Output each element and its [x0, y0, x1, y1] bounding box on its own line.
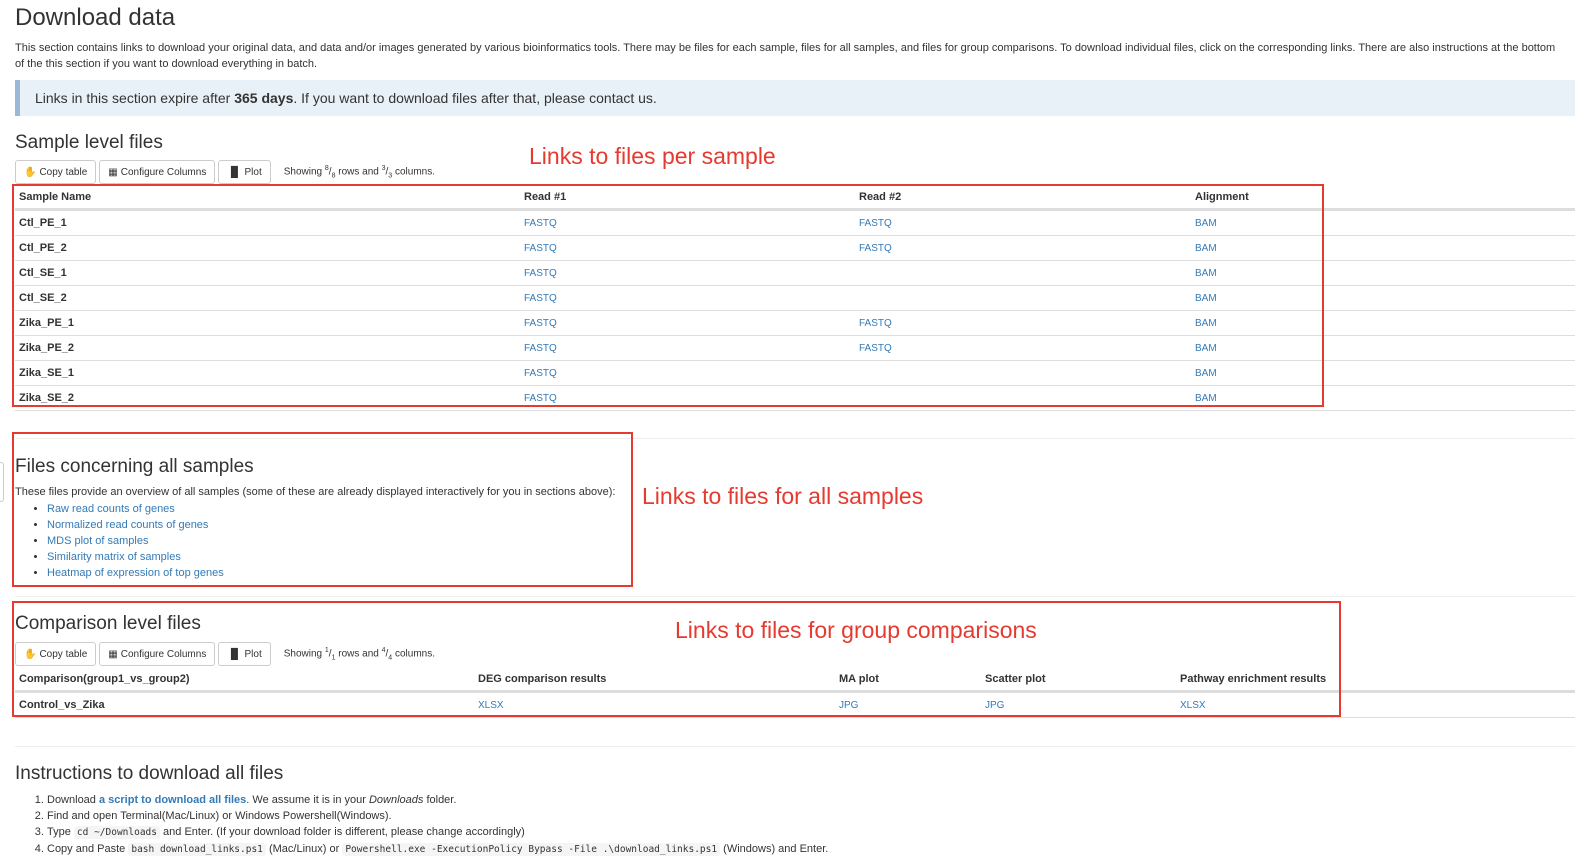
annotation-box-all-samples	[12, 432, 633, 587]
instruction-step: Download a script to download all files.…	[47, 792, 828, 808]
instructions-heading: Instructions to download all files	[15, 763, 284, 784]
sample-level-heading: Sample level files	[15, 132, 163, 153]
instruction-step: Find and open Terminal(Mac/Linux) or Win…	[47, 808, 828, 824]
instruction-step: Copy and Paste bash download_links.ps1 (…	[47, 841, 828, 858]
configure-label: Configure Columns	[120, 166, 207, 178]
annotation-box-per-sample	[12, 184, 1324, 407]
divider	[15, 596, 1575, 597]
expiry-callout: Links in this section expire after 365 d…	[15, 80, 1575, 116]
annotation-group-comparisons: Links to files for group comparisons	[675, 617, 1037, 643]
side-tab-handle[interactable]	[0, 462, 4, 502]
instructions-list: Download a script to download all files.…	[15, 792, 828, 858]
grid-icon: ▦	[108, 166, 118, 178]
plot-label: Plot	[244, 166, 262, 178]
copy-hand-icon: ✋	[24, 166, 37, 178]
callout-prefix: Links in this section expire after	[35, 90, 235, 106]
showing-status: Showing 8/8 rows and 3/3 columns.	[283, 164, 435, 180]
download-script-link[interactable]: a script to download all files	[99, 794, 246, 806]
callout-days: 365 days	[234, 90, 294, 106]
powershell-command: Powershell.exe -ExecutionPolicy Bypass -…	[342, 843, 721, 856]
callout-suffix: . If you want to download files after th…	[293, 90, 657, 106]
copy-label: Copy table	[39, 166, 88, 178]
divider	[15, 746, 1575, 747]
bash-command: bash download_links.ps1	[128, 843, 266, 856]
cd-command: cd ~/Downloads	[73, 826, 160, 839]
annotation-all-samples: Links to files for all samples	[642, 483, 924, 509]
configure-columns-button[interactable]: ▦ Configure Columns	[99, 160, 216, 184]
copy-table-button[interactable]: ✋ Copy table	[15, 160, 97, 184]
instruction-step: Type cd ~/Downloads and Enter. (If your …	[47, 824, 828, 841]
bar-chart-icon: ▐▌	[227, 166, 242, 178]
page-title: Download data	[15, 4, 176, 31]
annotation-per-sample: Links to files per sample	[529, 143, 776, 169]
sample-toolbar: ✋ Copy table ▦ Configure Columns ▐▌ Plot Sh…	[15, 160, 435, 184]
intro-text: This section contains links to download …	[15, 42, 1556, 70]
plot-button[interactable]: ▐▌ Plot	[218, 160, 271, 184]
